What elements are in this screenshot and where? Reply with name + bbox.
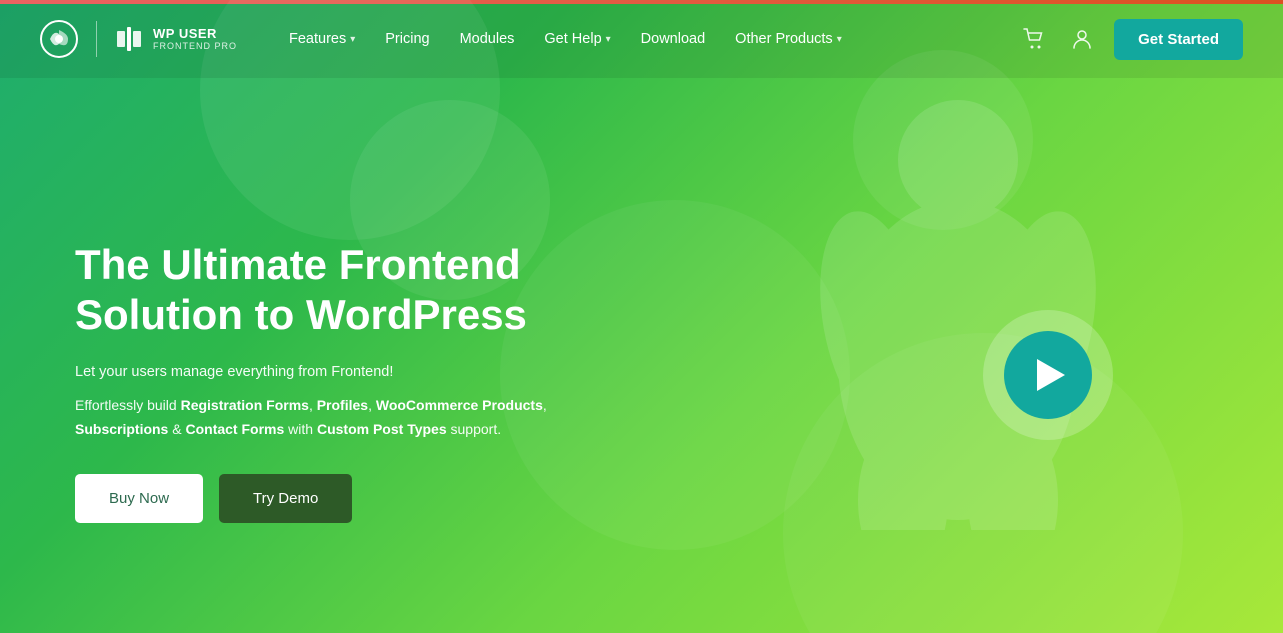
wp-user-icon <box>115 25 143 53</box>
get-started-button[interactable]: Get Started <box>1114 19 1243 60</box>
chevron-down-icon: ▾ <box>837 34 842 45</box>
nav-item-pricing[interactable]: Pricing <box>373 23 441 55</box>
play-button-outer[interactable] <box>983 310 1113 440</box>
bg-person-silhouette <box>783 80 1133 530</box>
nav-item-features[interactable]: Features ▾ <box>277 23 367 55</box>
nav-item-modules[interactable]: Modules <box>448 23 527 55</box>
hero-content: The Ultimate Frontend Solution to WordPr… <box>75 240 547 523</box>
play-triangle-icon <box>1037 359 1065 391</box>
logo-text: WP USER FRONTEND PRO <box>153 27 237 51</box>
hero-title: The Ultimate Frontend Solution to WordPr… <box>75 240 547 341</box>
bg-circle-3 <box>500 200 850 550</box>
buy-now-button[interactable]: Buy Now <box>75 474 203 523</box>
hero-buttons: Buy Now Try Demo <box>75 474 547 523</box>
hero-section: WP USER FRONTEND PRO Features ▾ Pricing … <box>0 0 1283 633</box>
nav-item-get-help[interactable]: Get Help ▾ <box>532 23 622 55</box>
play-button-container[interactable] <box>983 310 1113 440</box>
chevron-down-icon: ▾ <box>606 34 611 45</box>
hero-description: Effortlessly build Registration Forms, P… <box>75 394 547 442</box>
logo-divider <box>96 21 97 57</box>
play-button-inner[interactable] <box>1004 331 1092 419</box>
logo-icon <box>40 20 78 58</box>
try-demo-button[interactable]: Try Demo <box>219 474 352 523</box>
nav-item-download[interactable]: Download <box>629 23 718 55</box>
nav-item-other-products[interactable]: Other Products ▾ <box>723 23 854 55</box>
navigation: WP USER FRONTEND PRO Features ▾ Pricing … <box>0 0 1283 78</box>
logo[interactable]: WP USER FRONTEND PRO <box>40 20 237 58</box>
logo-tagline: FRONTEND PRO <box>153 41 237 51</box>
cart-icon[interactable] <box>1018 23 1050 55</box>
hero-subtitle: Let your users manage everything from Fr… <box>75 361 547 384</box>
chevron-down-icon: ▾ <box>350 34 355 45</box>
logo-brand-name: WP USER <box>153 27 217 41</box>
nav-actions: Get Started <box>1018 19 1243 60</box>
user-account-icon[interactable] <box>1066 23 1098 55</box>
nav-links: Features ▾ Pricing Modules Get Help ▾ Do… <box>277 23 1018 55</box>
